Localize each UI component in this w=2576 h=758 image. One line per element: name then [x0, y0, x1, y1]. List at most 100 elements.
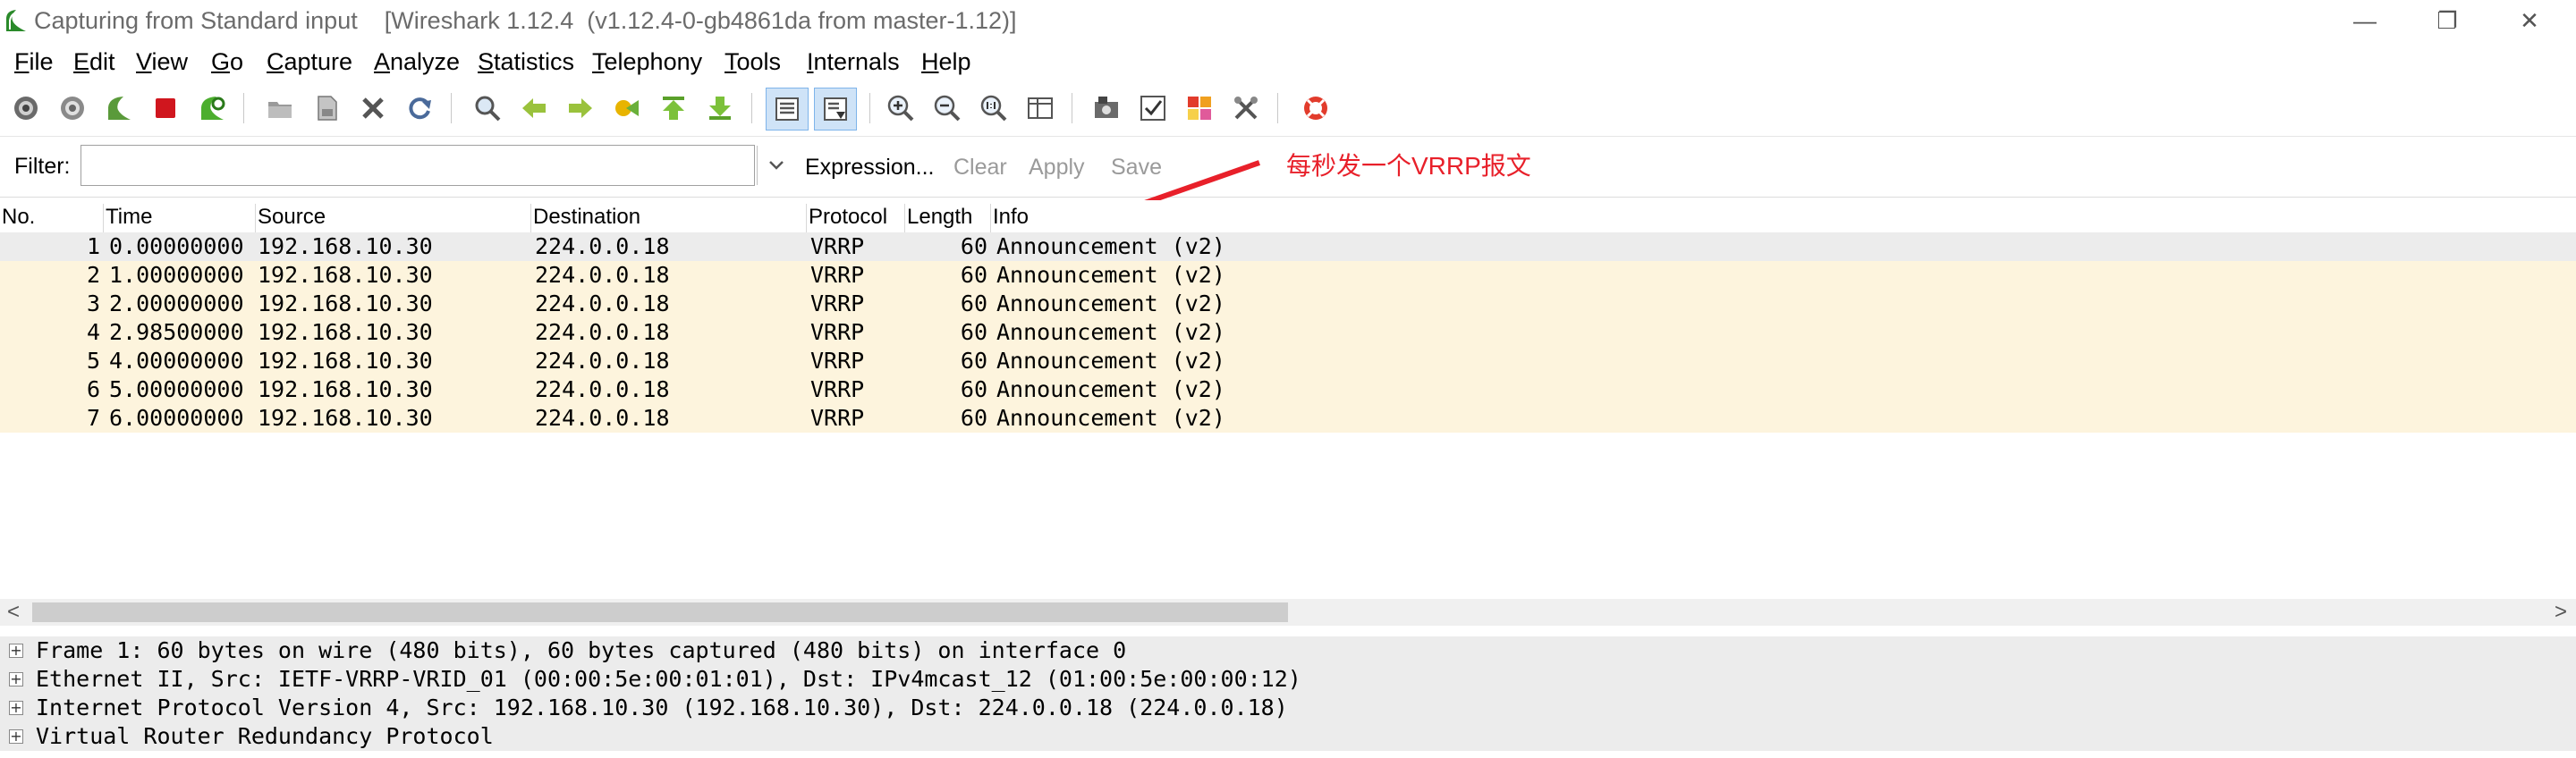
- restart-capture-icon[interactable]: [195, 91, 229, 125]
- column-header-info[interactable]: Info: [991, 204, 2576, 232]
- menu-internals[interactable]: Internals: [807, 46, 900, 77]
- zoom-out-icon[interactable]: [930, 91, 964, 125]
- close-button[interactable]: ✕: [2496, 0, 2563, 41]
- go-to-first-icon[interactable]: [657, 91, 691, 125]
- detail-row-ethernet[interactable]: + Ethernet II, Src: IETF-VRRP-VRID_01 (0…: [0, 665, 2576, 694]
- find-packet-icon[interactable]: [470, 91, 504, 125]
- expand-icon[interactable]: +: [9, 672, 23, 686]
- menu-tools[interactable]: Tools: [724, 46, 781, 77]
- colorize-icon[interactable]: [766, 88, 809, 131]
- packet-row[interactable]: 5 4.00000000 192.168.10.30 224.0.0.18 VR…: [0, 347, 2576, 375]
- packet-list-header: No. Time Source Destination Protocol Len…: [0, 200, 2576, 232]
- column-header-destination[interactable]: Destination: [531, 204, 807, 232]
- packet-destination: 224.0.0.18: [535, 262, 670, 288]
- detail-row-frame[interactable]: + Frame 1: 60 bytes on wire (480 bits), …: [0, 636, 2576, 665]
- normal-size-icon[interactable]: [977, 91, 1011, 125]
- packet-no: 5: [86, 348, 100, 374]
- packet-source: 192.168.10.30: [258, 233, 433, 259]
- menu-edit[interactable]: Edit: [73, 46, 115, 77]
- detail-row-ipv4[interactable]: + Internet Protocol Version 4, Src: 192.…: [0, 694, 2576, 722]
- packet-time: 6.00000000: [109, 405, 244, 431]
- filter-dropdown-button[interactable]: [757, 146, 795, 185]
- menu-go[interactable]: Go: [211, 46, 243, 77]
- packet-protocol: VRRP: [810, 291, 865, 316]
- menu-statistics[interactable]: Statistics: [478, 46, 574, 77]
- packet-protocol: VRRP: [810, 405, 865, 431]
- resize-columns-icon[interactable]: [1023, 91, 1057, 125]
- packet-info: Announcement (v2): [996, 291, 1225, 316]
- clear-button[interactable]: Clear: [953, 154, 1007, 181]
- auto-scroll-icon[interactable]: [814, 88, 857, 131]
- packet-time: 0.00000000: [109, 233, 244, 259]
- go-forward-icon[interactable]: [564, 91, 597, 125]
- menu-capture[interactable]: Capture: [267, 46, 352, 77]
- preferences-icon[interactable]: [1229, 91, 1263, 125]
- apply-button[interactable]: Apply: [1029, 154, 1085, 181]
- open-file-icon[interactable]: [263, 91, 297, 125]
- packet-info: Announcement (v2): [996, 262, 1225, 288]
- go-to-packet-icon[interactable]: [610, 91, 644, 125]
- packet-row[interactable]: 4 2.98500000 192.168.10.30 224.0.0.18 VR…: [0, 318, 2576, 347]
- filter-label: Filter:: [14, 154, 71, 179]
- detail-text: Internet Protocol Version 4, Src: 192.16…: [36, 695, 1288, 720]
- packet-time: 5.00000000: [109, 376, 244, 402]
- close-file-icon[interactable]: [356, 91, 390, 125]
- packet-no: 2: [86, 262, 100, 288]
- detail-row-vrrp[interactable]: + Virtual Router Redundancy Protocol: [0, 722, 2576, 751]
- chevron-down-icon: [769, 161, 784, 170]
- annotation-text: 每秒发一个VRRP报文: [1286, 152, 1531, 180]
- stop-capture-icon[interactable]: [148, 91, 182, 125]
- interfaces-icon[interactable]: [9, 91, 43, 125]
- menu-telephony[interactable]: Telephony: [592, 46, 702, 77]
- packet-protocol: VRRP: [810, 319, 865, 345]
- expand-icon[interactable]: +: [9, 701, 23, 715]
- wireshark-logo-icon: [6, 10, 26, 31]
- save-button[interactable]: Save: [1111, 154, 1162, 181]
- packet-row[interactable]: 1 0.00000000 192.168.10.30 224.0.0.18 VR…: [0, 232, 2576, 261]
- restore-button[interactable]: ❐: [2413, 0, 2481, 41]
- go-to-last-icon[interactable]: [703, 91, 737, 125]
- expression-button[interactable]: Expression...: [805, 154, 935, 181]
- column-header-length[interactable]: Length: [905, 204, 991, 232]
- capture-options-icon[interactable]: [55, 91, 89, 125]
- reload-icon[interactable]: [402, 91, 436, 125]
- help-icon[interactable]: [1299, 91, 1333, 125]
- main-toolbar: [0, 82, 2576, 137]
- go-back-icon[interactable]: [517, 91, 551, 125]
- zoom-in-icon[interactable]: [884, 91, 918, 125]
- expand-icon[interactable]: +: [9, 644, 23, 658]
- packet-no: 7: [86, 405, 100, 431]
- scrollbar-thumb[interactable]: [32, 602, 1288, 622]
- column-header-no[interactable]: No.: [0, 204, 104, 232]
- column-header-protocol[interactable]: Protocol: [807, 204, 905, 232]
- packet-row[interactable]: 3 2.00000000 192.168.10.30 224.0.0.18 VR…: [0, 290, 2576, 318]
- display-filter-input[interactable]: [80, 145, 755, 186]
- display-filters-icon[interactable]: [1136, 91, 1170, 125]
- menu-analyze[interactable]: Analyze: [374, 46, 460, 77]
- scroll-right-arrow[interactable]: >: [2555, 599, 2567, 626]
- packet-row[interactable]: 7 6.00000000 192.168.10.30 224.0.0.18 VR…: [0, 404, 2576, 433]
- packet-source: 192.168.10.30: [258, 262, 433, 288]
- coloring-rules-icon[interactable]: [1182, 91, 1216, 125]
- horizontal-scrollbar[interactable]: < >: [0, 599, 2576, 626]
- packet-row[interactable]: 6 5.00000000 192.168.10.30 224.0.0.18 VR…: [0, 375, 2576, 404]
- capture-filters-icon[interactable]: [1089, 91, 1123, 125]
- packet-length: 60: [960, 319, 987, 345]
- menu-file[interactable]: File: [14, 46, 54, 77]
- minimize-button[interactable]: —: [2331, 0, 2399, 41]
- menu-help[interactable]: Help: [921, 46, 971, 77]
- column-header-source[interactable]: Source: [256, 204, 531, 232]
- menu-view[interactable]: View: [136, 46, 188, 77]
- scroll-left-arrow[interactable]: <: [7, 599, 20, 626]
- packet-info: Announcement (v2): [996, 405, 1225, 431]
- packet-row[interactable]: 2 1.00000000 192.168.10.30 224.0.0.18 VR…: [0, 261, 2576, 290]
- packet-destination: 224.0.0.18: [535, 348, 670, 374]
- packet-length: 60: [960, 262, 987, 288]
- packet-destination: 224.0.0.18: [535, 291, 670, 316]
- expand-icon[interactable]: +: [9, 729, 23, 744]
- packet-protocol: VRRP: [810, 233, 865, 259]
- save-file-icon[interactable]: [309, 91, 343, 125]
- start-capture-icon[interactable]: [102, 91, 136, 125]
- packet-length: 60: [960, 233, 987, 259]
- column-header-time[interactable]: Time: [104, 204, 256, 232]
